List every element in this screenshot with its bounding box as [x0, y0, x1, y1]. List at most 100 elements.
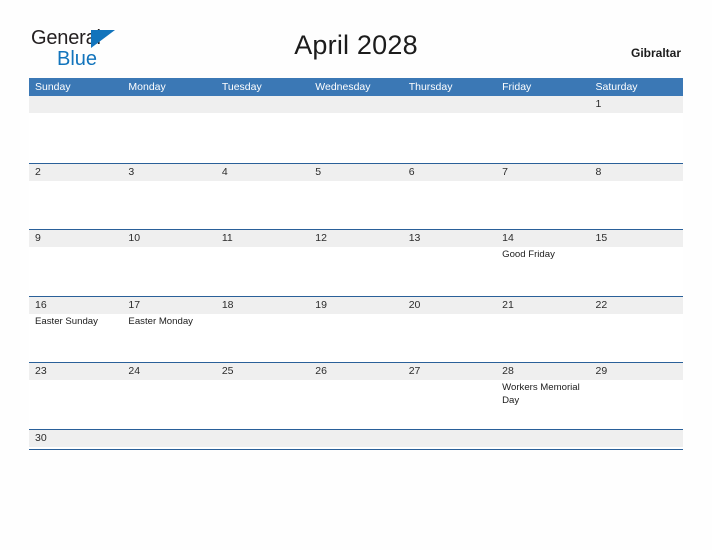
day-number: 3 — [128, 165, 135, 178]
day-cell-25[interactable]: 25 — [216, 363, 309, 429]
day-number: 12 — [315, 232, 327, 244]
day-number: 7 — [502, 165, 508, 178]
holiday-event: Good Friday — [502, 249, 555, 260]
day-cell-13[interactable]: 13 — [403, 230, 496, 296]
day-cell-15[interactable]: 15 — [590, 230, 683, 296]
day-number — [221, 96, 304, 113]
day-number: 16 — [35, 298, 47, 311]
page-title: April 2028 — [294, 30, 418, 60]
day-number: 26 — [315, 365, 327, 377]
day-number: 8 — [595, 165, 602, 178]
day-cell-empty — [122, 96, 215, 163]
day-number: 23 — [35, 365, 47, 377]
weekday-header-thursday: Thursday — [408, 81, 453, 93]
weekday-header-wednesday: Wednesday — [315, 81, 371, 93]
day-number: 2 — [35, 165, 41, 178]
day-cell-23[interactable]: 23 — [29, 363, 122, 429]
day-cell-30[interactable]: 30 — [29, 430, 122, 449]
day-number: 18 — [221, 298, 234, 311]
calendar-week-row: 30 — [29, 428, 683, 449]
day-cell-empty — [590, 430, 683, 449]
grid-bottom-rule — [29, 448, 683, 450]
day-cell-1[interactable]: 1 — [590, 96, 683, 163]
calendar-week-row: 2 3 4 5 6 7 8 — [29, 162, 683, 230]
day-cell-12[interactable]: 12 — [309, 230, 402, 296]
day-cell-empty — [496, 430, 589, 449]
day-number: 15 — [595, 232, 608, 244]
page-header: General Blue April 2028 Gibraltar — [0, 0, 712, 72]
region-label: Gibraltar — [630, 46, 681, 60]
day-cell-11[interactable]: 11 — [216, 230, 309, 296]
day-number: 6 — [408, 165, 415, 178]
day-cell-4[interactable]: 4 — [216, 164, 309, 230]
day-cell-empty — [403, 430, 496, 449]
day-cell-5[interactable]: 5 — [309, 164, 402, 230]
day-number: 30 — [35, 431, 47, 444]
day-cell-22[interactable]: 22 — [590, 297, 683, 363]
weekday-header-sunday: Sunday — [35, 81, 71, 93]
day-cell-empty — [216, 96, 309, 163]
day-cell-empty — [309, 96, 402, 163]
day-events: Good Friday — [501, 247, 584, 262]
day-cell-empty — [122, 430, 215, 449]
day-cell-19[interactable]: 19 — [309, 297, 402, 363]
day-cell-14[interactable]: 14 Good Friday — [496, 230, 589, 296]
day-number: 27 — [408, 365, 421, 377]
day-cell-6[interactable]: 6 — [403, 164, 496, 230]
day-cell-8[interactable]: 8 — [590, 164, 683, 230]
day-cell-empty — [29, 96, 122, 163]
day-cell-29[interactable]: 29 — [590, 363, 683, 429]
day-cell-27[interactable]: 27 — [403, 363, 496, 429]
day-cell-26[interactable]: 26 — [309, 363, 402, 429]
day-cell-10[interactable]: 10 — [122, 230, 215, 296]
day-number: 10 — [128, 232, 141, 244]
day-number: 29 — [595, 365, 608, 377]
day-number — [314, 430, 397, 447]
day-number: 9 — [35, 232, 41, 244]
day-cell-empty — [309, 430, 402, 449]
calendar-page: General Blue April 2028 Gibraltar Sunday… — [0, 0, 712, 550]
day-cell-21[interactable]: 21 — [496, 297, 589, 363]
weekday-header-saturday: Saturday — [595, 81, 638, 93]
holiday-event: Easter Sunday — [35, 315, 98, 327]
day-cell-empty — [403, 96, 496, 163]
day-number — [221, 430, 304, 447]
day-cell-28[interactable]: 28 Workers Memorial Day — [496, 363, 589, 429]
day-number: 20 — [408, 298, 421, 311]
day-events: Workers Memorial Day — [501, 380, 584, 407]
weekday-header-monday: Monday — [128, 81, 166, 93]
day-number: 1 — [595, 98, 602, 110]
day-number — [501, 430, 584, 447]
day-cell-3[interactable]: 3 — [122, 164, 215, 230]
calendar-week-row: 23 24 25 26 27 28 Workers Memorial Day 29 — [29, 362, 683, 429]
weekday-header-tuesday: Tuesday — [221, 81, 262, 93]
day-cell-18[interactable]: 18 — [216, 297, 309, 363]
weekday-header-friday: Friday — [502, 81, 532, 93]
calendar-week-row: 1 — [29, 96, 683, 163]
day-number — [408, 430, 491, 447]
weekday-header-row: Sunday Monday Tuesday Wednesday Thursday Frid… — [29, 78, 683, 96]
day-number: 14 — [502, 232, 514, 244]
day-number — [501, 96, 584, 113]
day-number: 21 — [502, 298, 514, 311]
day-number: 13 — [408, 232, 421, 244]
day-number: 25 — [221, 365, 234, 377]
day-number: 11 — [221, 232, 233, 244]
calendar-grid: Sunday Monday Tuesday Wednesday Thursday Frid… — [29, 78, 683, 450]
day-number: 24 — [128, 365, 141, 377]
day-cell-24[interactable]: 24 — [122, 363, 215, 429]
day-events: Easter Sunday — [34, 314, 117, 329]
day-cell-empty — [496, 96, 589, 163]
day-cell-9[interactable]: 9 — [29, 230, 122, 296]
day-number — [408, 96, 491, 113]
day-cell-17[interactable]: 17 Easter Monday — [122, 297, 215, 363]
day-number: 28 — [502, 365, 514, 377]
calendar-week-row: 9 10 11 12 13 14 Good Friday 15 — [29, 229, 683, 296]
day-cell-20[interactable]: 20 — [403, 297, 496, 363]
calendar-weeks: 1 2 3 4 5 6 7 8 9 10 11 12 13 14 Good Friday 15 16 Easter… — [29, 96, 683, 449]
day-number — [127, 96, 210, 113]
calendar-week-row: 16 Easter Sunday 17 Easter Monday 18 19 20 21 22 — [29, 295, 683, 363]
day-cell-2[interactable]: 2 — [29, 164, 122, 230]
day-cell-7[interactable]: 7 — [496, 164, 589, 230]
day-cell-16[interactable]: 16 Easter Sunday — [29, 297, 122, 363]
